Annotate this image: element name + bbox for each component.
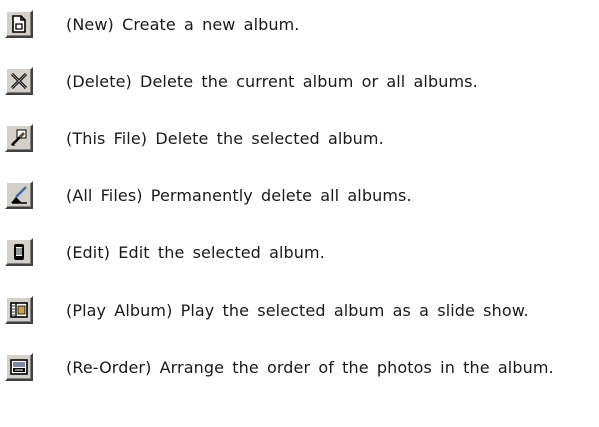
item-description: (Delete) Delete the current album or all…	[66, 72, 478, 91]
edit-button[interactable]	[5, 238, 33, 266]
edit-album-icon	[14, 244, 24, 260]
play-album-button[interactable]	[5, 296, 33, 324]
item-description: (Play Album) Play the selected album as …	[66, 301, 529, 320]
this-file-button[interactable]	[5, 124, 33, 152]
item-description: (Re-Order) Arrange the order of the phot…	[66, 358, 554, 377]
item-description: (New) Create a new album.	[66, 15, 300, 34]
new-document-icon	[12, 15, 26, 33]
item-description: (Edit) Edit the selected album.	[66, 243, 325, 262]
play-album-icon	[10, 302, 28, 318]
delete-this-file-icon	[11, 129, 27, 146]
delete-x-icon	[10, 72, 28, 90]
new-button[interactable]	[5, 10, 33, 38]
delete-all-files-icon	[11, 186, 27, 204]
reorder-photos-icon	[10, 359, 28, 375]
re-order-button[interactable]	[5, 353, 33, 381]
all-files-button[interactable]	[5, 181, 33, 209]
item-description: (This File) Delete the selected album.	[66, 129, 384, 148]
delete-button[interactable]	[5, 67, 33, 95]
item-description: (All Files) Permanently delete all album…	[66, 186, 412, 205]
